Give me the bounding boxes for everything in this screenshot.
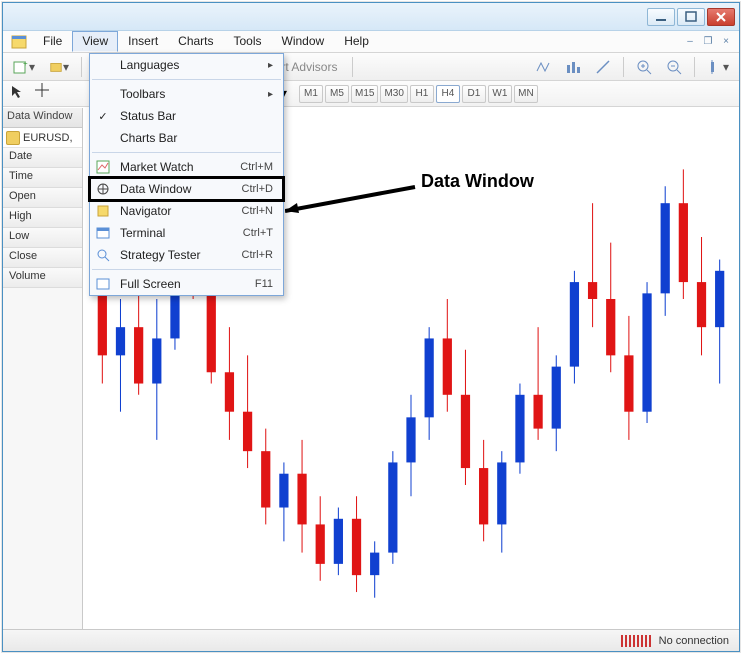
- data-row-close: Close: [3, 248, 82, 268]
- menu-charts[interactable]: Charts: [168, 31, 223, 52]
- app-icon: [9, 32, 29, 52]
- navigator-icon: [95, 203, 111, 219]
- symbol-row[interactable]: EURUSD,: [3, 128, 82, 148]
- mdi-restore[interactable]: ❐: [701, 35, 715, 49]
- timeframe-m30[interactable]: M30: [380, 85, 407, 103]
- statusbar: No connection: [3, 629, 739, 651]
- menu-languages[interactable]: Languages▸: [90, 54, 283, 76]
- menu-view[interactable]: View: [72, 31, 118, 52]
- app-window: File View Insert Charts Tools Window Hel…: [2, 2, 740, 652]
- close-button[interactable]: [707, 8, 735, 26]
- menu-charts-bar[interactable]: Charts Bar: [90, 127, 283, 149]
- menu-market-watch[interactable]: Market Watch Ctrl+M: [90, 156, 283, 178]
- timeframe-d1[interactable]: D1: [462, 85, 486, 103]
- connection-status: No connection: [659, 635, 729, 647]
- strategy-tester-icon: [95, 247, 111, 263]
- menu-help[interactable]: Help: [334, 31, 379, 52]
- zoom-in-button[interactable]: [632, 56, 656, 78]
- mdi-minimize[interactable]: –: [683, 35, 697, 49]
- cursor-tool[interactable]: [9, 83, 31, 105]
- menu-file[interactable]: File: [33, 31, 72, 52]
- menu-navigator[interactable]: Navigator Ctrl+N: [90, 200, 283, 222]
- new-chart-button[interactable]: +▾: [9, 56, 39, 78]
- data-window-icon: [95, 181, 111, 197]
- market-watch-icon: [95, 159, 111, 175]
- mdi-controls: – ❐ ×: [683, 31, 739, 52]
- timeframe-m5[interactable]: M5: [325, 85, 349, 103]
- indicator-button-3[interactable]: [591, 56, 615, 78]
- titlebar: [3, 3, 739, 31]
- data-row-low: Low: [3, 228, 82, 248]
- crosshair-tool[interactable]: [35, 83, 57, 105]
- menu-strategy-tester[interactable]: Strategy Tester Ctrl+R: [90, 244, 283, 266]
- timeframe-mn[interactable]: MN: [514, 85, 538, 103]
- menu-toolbars[interactable]: Toolbars▸: [90, 83, 283, 105]
- menu-window[interactable]: Window: [272, 31, 335, 52]
- timeframe-h1[interactable]: H1: [410, 85, 434, 103]
- symbol-label: EURUSD,: [23, 132, 73, 144]
- menu-data-window[interactable]: Data Window Ctrl+D: [90, 178, 283, 200]
- timeframe-h4[interactable]: H4: [436, 85, 460, 103]
- mdi-close[interactable]: ×: [719, 35, 733, 49]
- annotation-label: Data Window: [421, 171, 534, 192]
- view-dropdown: Languages▸ Toolbars▸ ✓ Status Bar Charts…: [89, 53, 284, 296]
- check-icon: ✓: [95, 108, 111, 124]
- menu-full-screen[interactable]: Full Screen F11: [90, 273, 283, 295]
- data-row-high: High: [3, 208, 82, 228]
- chart-type-button[interactable]: ▾: [703, 56, 733, 78]
- panel-tab[interactable]: Data Window: [3, 108, 82, 128]
- menubar: File View Insert Charts Tools Window Hel…: [3, 31, 739, 53]
- timeframe-w1[interactable]: W1: [488, 85, 512, 103]
- maximize-button[interactable]: [677, 8, 705, 26]
- menu-status-bar[interactable]: ✓ Status Bar: [90, 105, 283, 127]
- full-screen-icon: [95, 276, 111, 292]
- terminal-icon: [95, 225, 111, 241]
- svg-text:+: +: [23, 59, 28, 68]
- data-row-time: Time: [3, 168, 82, 188]
- connection-bars-icon: [621, 635, 651, 647]
- zoom-out-button[interactable]: [662, 56, 686, 78]
- data-row-date: Date: [3, 148, 82, 168]
- indicator-button-2[interactable]: [561, 56, 585, 78]
- indicator-button-1[interactable]: [531, 56, 555, 78]
- profiles-button[interactable]: ▾: [45, 56, 73, 78]
- symbol-icon: [6, 131, 20, 145]
- menu-insert[interactable]: Insert: [118, 31, 168, 52]
- timeframe-m1[interactable]: M1: [299, 85, 323, 103]
- minimize-button[interactable]: [647, 8, 675, 26]
- menu-terminal[interactable]: Terminal Ctrl+T: [90, 222, 283, 244]
- data-row-volume: Volume: [3, 268, 82, 288]
- menu-tools[interactable]: Tools: [224, 31, 272, 52]
- data-window-panel: Data Window EURUSD, DateTimeOpenHighLowC…: [3, 108, 83, 629]
- data-row-open: Open: [3, 188, 82, 208]
- timeframe-m15[interactable]: M15: [351, 85, 378, 103]
